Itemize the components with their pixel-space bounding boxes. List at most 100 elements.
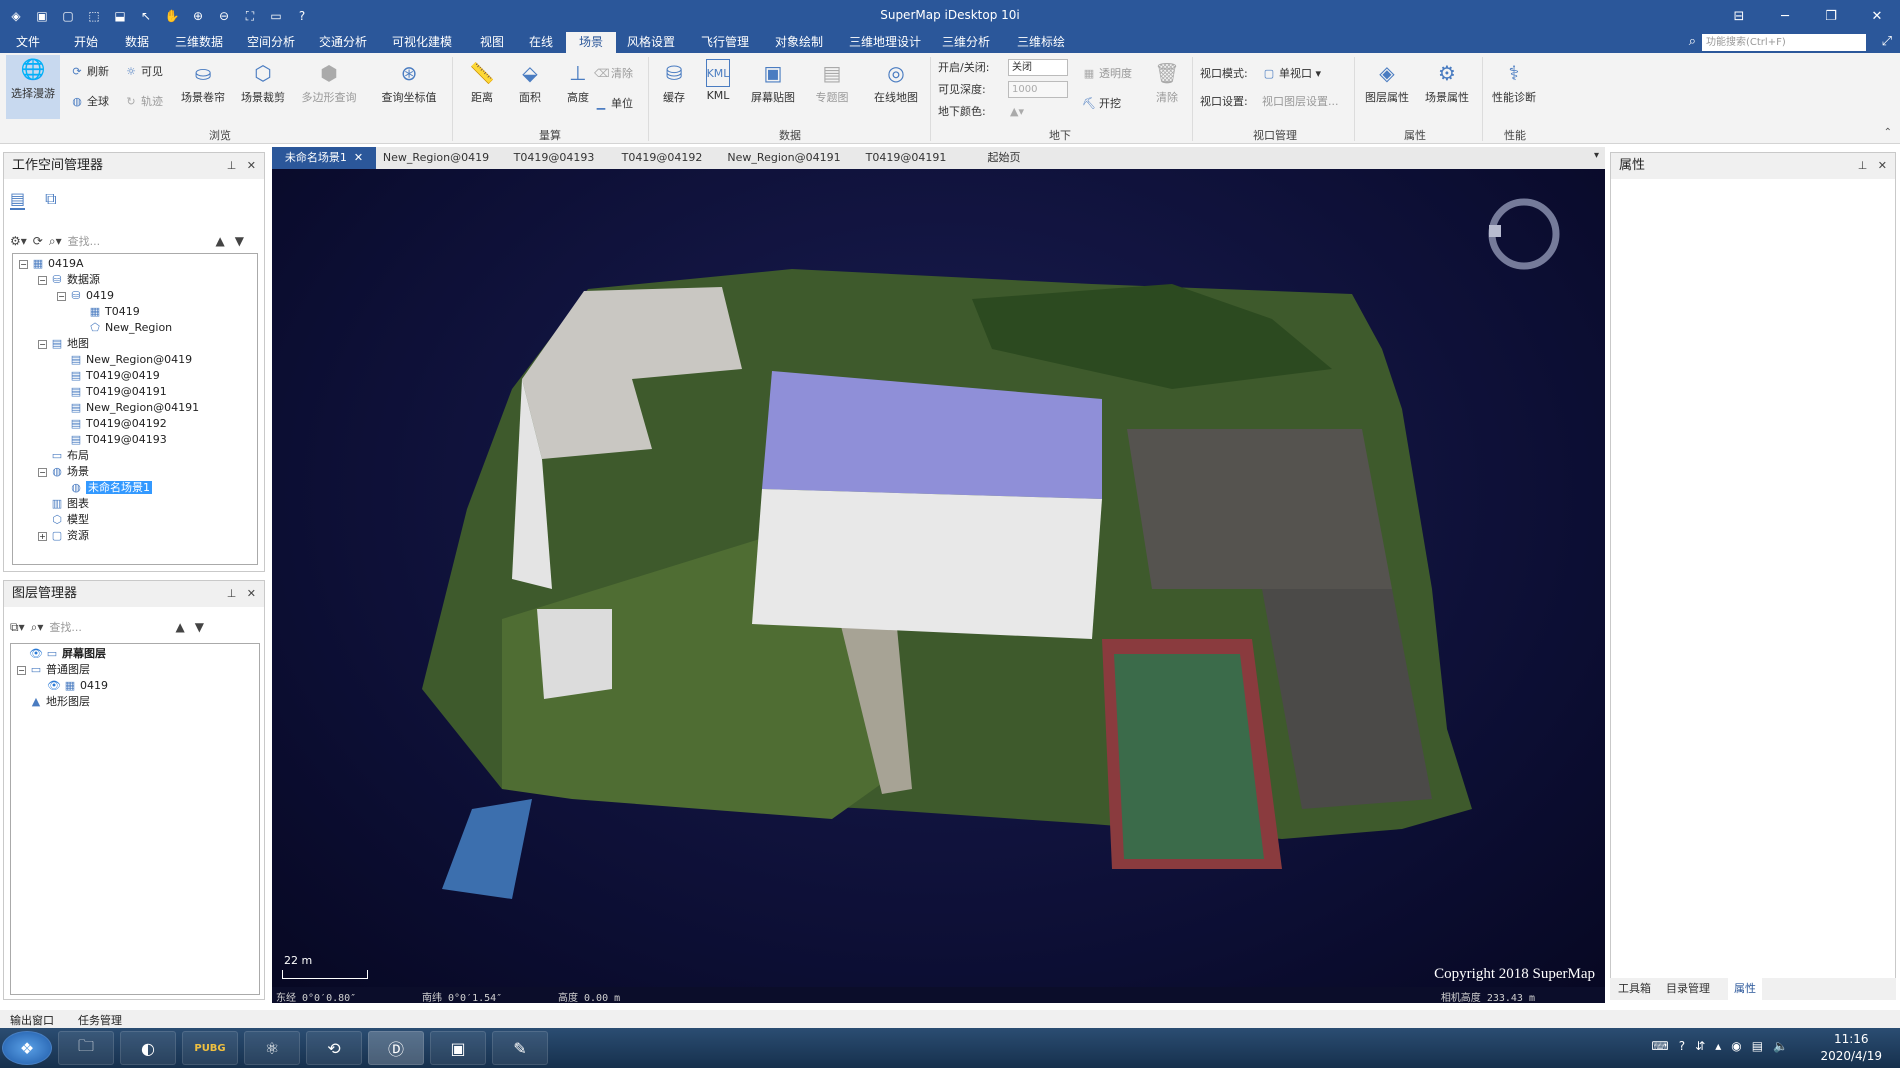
tab-3d-analysis[interactable]: 三维分析 [934, 32, 998, 53]
tab-3d-data[interactable]: 三维数据 [168, 32, 230, 53]
move-up-icon[interactable]: ▲ [176, 620, 185, 634]
minimize-button[interactable]: ─ [1762, 0, 1808, 32]
performance-diagnose-button[interactable]: ⚕ 性能诊断 [1484, 59, 1544, 109]
tree-node[interactable]: ▤ T0419@04193 [57, 432, 167, 448]
cache-button[interactable]: ⛁ 缓存 [650, 59, 698, 109]
tab-new-region-04191[interactable]: New_Region@04191 [718, 147, 850, 169]
query-coord-button[interactable]: ⊛ 查询坐标值 [376, 59, 442, 109]
app-window-icon[interactable]: ▣ [430, 1031, 486, 1065]
tab-view[interactable]: 视图 [468, 32, 516, 53]
viewport-mode-select[interactable]: ▢ 单视口 ▾ [1262, 65, 1321, 83]
tab-traffic-analysis[interactable]: 交通分析 [312, 32, 374, 53]
color-picker-icon[interactable]: ▲▾ [1010, 105, 1024, 118]
function-search-input[interactable]: 功能搜索(Ctrl+F) [1702, 34, 1866, 51]
online-map-button[interactable]: ◎ 在线地图 [866, 59, 926, 109]
expand-toggle-icon[interactable]: − [57, 291, 66, 301]
visibility-eye-icon[interactable]: 👁 [29, 647, 43, 660]
tab-file[interactable]: 文件 [6, 32, 50, 53]
move-down-icon[interactable]: ▼ [235, 234, 244, 248]
tab-toolbox[interactable]: 工具箱 [1618, 978, 1662, 1000]
browser-icon[interactable]: ◐ [120, 1031, 176, 1065]
tree-node[interactable]: ▤ T0419@04191 [57, 384, 167, 400]
workspace-search-icon[interactable]: ⌕▾ [49, 234, 62, 249]
keyboard-icon[interactable]: ⌨ [1651, 1039, 1668, 1053]
tree-node[interactable]: − ⛁ 0419 [57, 288, 114, 304]
workspace-refresh-icon[interactable]: ⟳ [33, 234, 43, 248]
tab-online[interactable]: 在线 [516, 32, 566, 53]
visibility-eye-icon[interactable]: 👁 [47, 679, 61, 692]
tree-node[interactable]: ◍ 未命名场景1 [57, 480, 152, 496]
screen-texture-button[interactable]: ▣ 屏幕贴图 [742, 59, 804, 109]
pin-icon[interactable]: ⊥ [227, 587, 237, 600]
tab-t0419-04191[interactable]: T0419@04191 [852, 147, 960, 169]
compass-ring[interactable] [1484, 194, 1564, 274]
refresh-button[interactable]: ⟳ 刷新 [70, 63, 109, 81]
tab-start[interactable]: 开始 [64, 32, 108, 53]
tab-t0419-04193[interactable]: T0419@04193 [500, 147, 608, 169]
visible-button[interactable]: ☼ 可见 [124, 63, 163, 81]
tree-node[interactable]: 👁 ▭ 屏幕图层 [17, 646, 106, 662]
scene-shutter-button[interactable]: ⛀ 场景卷帘 [176, 59, 230, 109]
tab-3d-geo-design[interactable]: 三维地理设计 [840, 32, 930, 53]
tab-scene[interactable]: 场景 [566, 32, 616, 53]
ribbon-toggle-icon[interactable]: ⊟ [1716, 0, 1762, 32]
tab-visual-modeling[interactable]: 可视化建模 [384, 32, 460, 53]
tree-node[interactable]: ▲ 地形图层 [17, 694, 90, 710]
notes-icon[interactable]: ✎ [492, 1031, 548, 1065]
tab-t0419-04192[interactable]: T0419@04192 [608, 147, 716, 169]
kml-button[interactable]: KML KML [696, 59, 740, 109]
close-icon[interactable]: ✕ [1878, 159, 1887, 172]
expand-toggle-icon[interactable]: − [38, 467, 47, 477]
workspace-tree-view-icon[interactable]: ▤ [10, 189, 26, 210]
underground-onoff-select[interactable]: 关闭 [1008, 59, 1068, 76]
visible-depth-input[interactable]: 1000 [1008, 81, 1068, 98]
sync-icon[interactable]: ⟲ [306, 1031, 362, 1065]
system-clock[interactable]: 11:16 2020/4/19 [1820, 1031, 1882, 1065]
move-down-icon[interactable]: ▼ [195, 620, 204, 634]
workspace-resource-view-icon[interactable]: ⧉ [45, 189, 56, 209]
tab-attributes[interactable]: 属性 [1728, 978, 1762, 1000]
expand-toggle-icon[interactable]: − [19, 259, 28, 269]
layer-search-input[interactable]: 查找... [49, 619, 82, 635]
close-button[interactable]: ✕ [1854, 0, 1900, 32]
layer-search-icon[interactable]: ⌕▾ [31, 620, 44, 635]
search-icon[interactable]: ⌕ [1689, 34, 1696, 49]
underground-clear-button[interactable]: 🗑 清除 [1150, 59, 1184, 109]
full-globe-button[interactable]: ◍ 全球 [70, 93, 109, 111]
tree-node[interactable]: ▤ T0419@0419 [57, 368, 160, 384]
measure-clear-button[interactable]: ⌫清除 [594, 65, 633, 83]
tab-new-region-0419[interactable]: New_Region@0419 [376, 147, 496, 169]
tab-data[interactable]: 数据 [115, 32, 159, 53]
help-tray-icon[interactable]: ? [1679, 1039, 1685, 1053]
pin-icon[interactable]: ⊥ [1858, 159, 1868, 172]
atom-icon[interactable]: ⚛ [244, 1031, 300, 1065]
volume-icon[interactable]: 🔈 [1773, 1039, 1788, 1053]
tree-node[interactable]: − ▭ 普通图层 [17, 662, 90, 678]
tab-catalog[interactable]: 目录管理 [1666, 978, 1724, 1000]
tree-node[interactable]: ▤ New_Region@04191 [57, 400, 199, 416]
tab-task-management[interactable]: 任务管理 [78, 1012, 122, 1028]
close-icon[interactable]: ✕ [247, 159, 256, 172]
tab-spatial-analysis[interactable]: 空间分析 [240, 32, 302, 53]
tab-list-dropdown-icon[interactable]: ▾ [1594, 150, 1599, 161]
close-icon[interactable]: ✕ [247, 587, 256, 600]
start-orb-icon[interactable]: ❖ [2, 1031, 52, 1065]
tab-style-settings[interactable]: 风格设置 [618, 32, 684, 53]
compass-north-icon[interactable] [1489, 225, 1501, 237]
workspace-options-icon[interactable]: ⚙▾ [10, 234, 27, 248]
tree-node[interactable]: ▦ T0419 [76, 304, 140, 320]
unit-button[interactable]: ▁ 单位 [594, 95, 633, 113]
move-up-icon[interactable]: ▲ [216, 234, 225, 248]
fullscreen-icon[interactable]: ⤢ [1882, 34, 1892, 49]
usb-icon[interactable]: ⇵ [1695, 1039, 1705, 1053]
workspace-search-input[interactable]: 查找... [68, 233, 101, 249]
scene-clip-button[interactable]: ⬡ 场景裁剪 [236, 59, 290, 109]
tree-node[interactable]: − ◍ 场景 [38, 464, 89, 480]
layer-attr-button[interactable]: ◈ 图层属性 [1358, 59, 1416, 109]
tree-node[interactable]: + ▢ 资源 [38, 528, 89, 544]
transparency-button[interactable]: ▦ 透明度 [1082, 65, 1132, 83]
thematic-button[interactable]: ▤ 专题图 [806, 59, 858, 109]
tab-3d-plotting[interactable]: 三维标绘 [1008, 32, 1074, 53]
network-app-icon[interactable]: ◉ [1731, 1039, 1741, 1053]
tree-node[interactable]: ▭ 布局 [38, 448, 89, 464]
